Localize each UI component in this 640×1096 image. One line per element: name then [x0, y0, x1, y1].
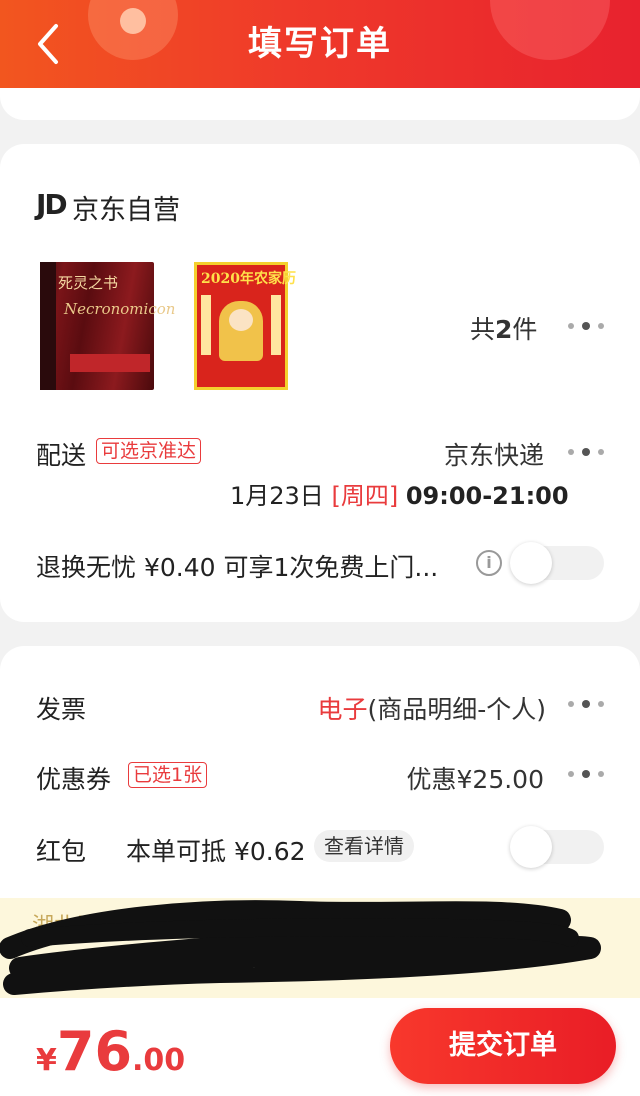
red-packet-toggle[interactable] — [510, 826, 604, 868]
address-card-stub — [0, 88, 640, 120]
book1-cover-subtitle: Necronomicon — [64, 300, 176, 318]
invoice-label: 发票 — [36, 695, 87, 724]
more-icon[interactable] — [566, 442, 606, 462]
view-details-button[interactable]: 查看详情 — [314, 830, 414, 862]
coupon-tag: 已选1张 — [128, 762, 208, 788]
submit-order-button[interactable]: 提交订单 — [390, 1008, 616, 1084]
red-packet-label: 红包 — [36, 837, 87, 866]
shop-name: 京东自营 — [72, 195, 180, 226]
invoice-value[interactable]: 电子(商品明细-个人) — [296, 690, 546, 726]
redaction-scribble — [0, 900, 601, 995]
product-image-almanac[interactable]: 2020年农家历 — [194, 262, 296, 390]
info-icon[interactable]: i — [476, 550, 502, 576]
page-title: 填写订单 — [248, 24, 392, 64]
delivery-time: 1月23日 [周四] 09:00-21:00 — [230, 482, 569, 510]
return-service-toggle[interactable] — [510, 542, 604, 584]
chevron-left-icon — [38, 24, 58, 64]
delivery-carrier: 京东快递 — [443, 441, 544, 470]
coupon-discount[interactable]: 优惠¥25.00 — [396, 760, 544, 796]
product-image-necronomicon[interactable]: 死灵之书 Necronomicon — [40, 262, 175, 390]
address-bar[interactable]: 湖北武汉市江夏区城区西交路 22号（Ш…对面） — [0, 898, 640, 998]
total-price: ¥76.00 — [36, 1020, 186, 1083]
more-icon[interactable] — [566, 316, 606, 336]
delivery-label: 配送 — [36, 441, 87, 470]
delivery-tag[interactable]: 可选京准达 — [96, 438, 202, 464]
book2-cover-title: 2020年农家历 — [201, 271, 296, 287]
header-bar: 填写订单 — [0, 0, 640, 88]
back-button[interactable] — [30, 22, 70, 66]
bottom-bar: ¥76.00 提交订单 — [0, 998, 640, 1096]
item-count: 共2件 — [470, 315, 538, 344]
red-packet-deduct: 本单可抵 ¥0.62 — [126, 837, 306, 866]
book1-cover-title: 死灵之书 — [58, 274, 119, 292]
coupon-label: 优惠券 — [36, 765, 112, 794]
more-icon[interactable] — [566, 764, 606, 784]
return-service-label: 退换无忧 ¥0.40 可享1次免费上门... — [36, 553, 439, 582]
jd-logo: JD — [36, 188, 68, 221]
more-icon[interactable] — [566, 694, 606, 714]
